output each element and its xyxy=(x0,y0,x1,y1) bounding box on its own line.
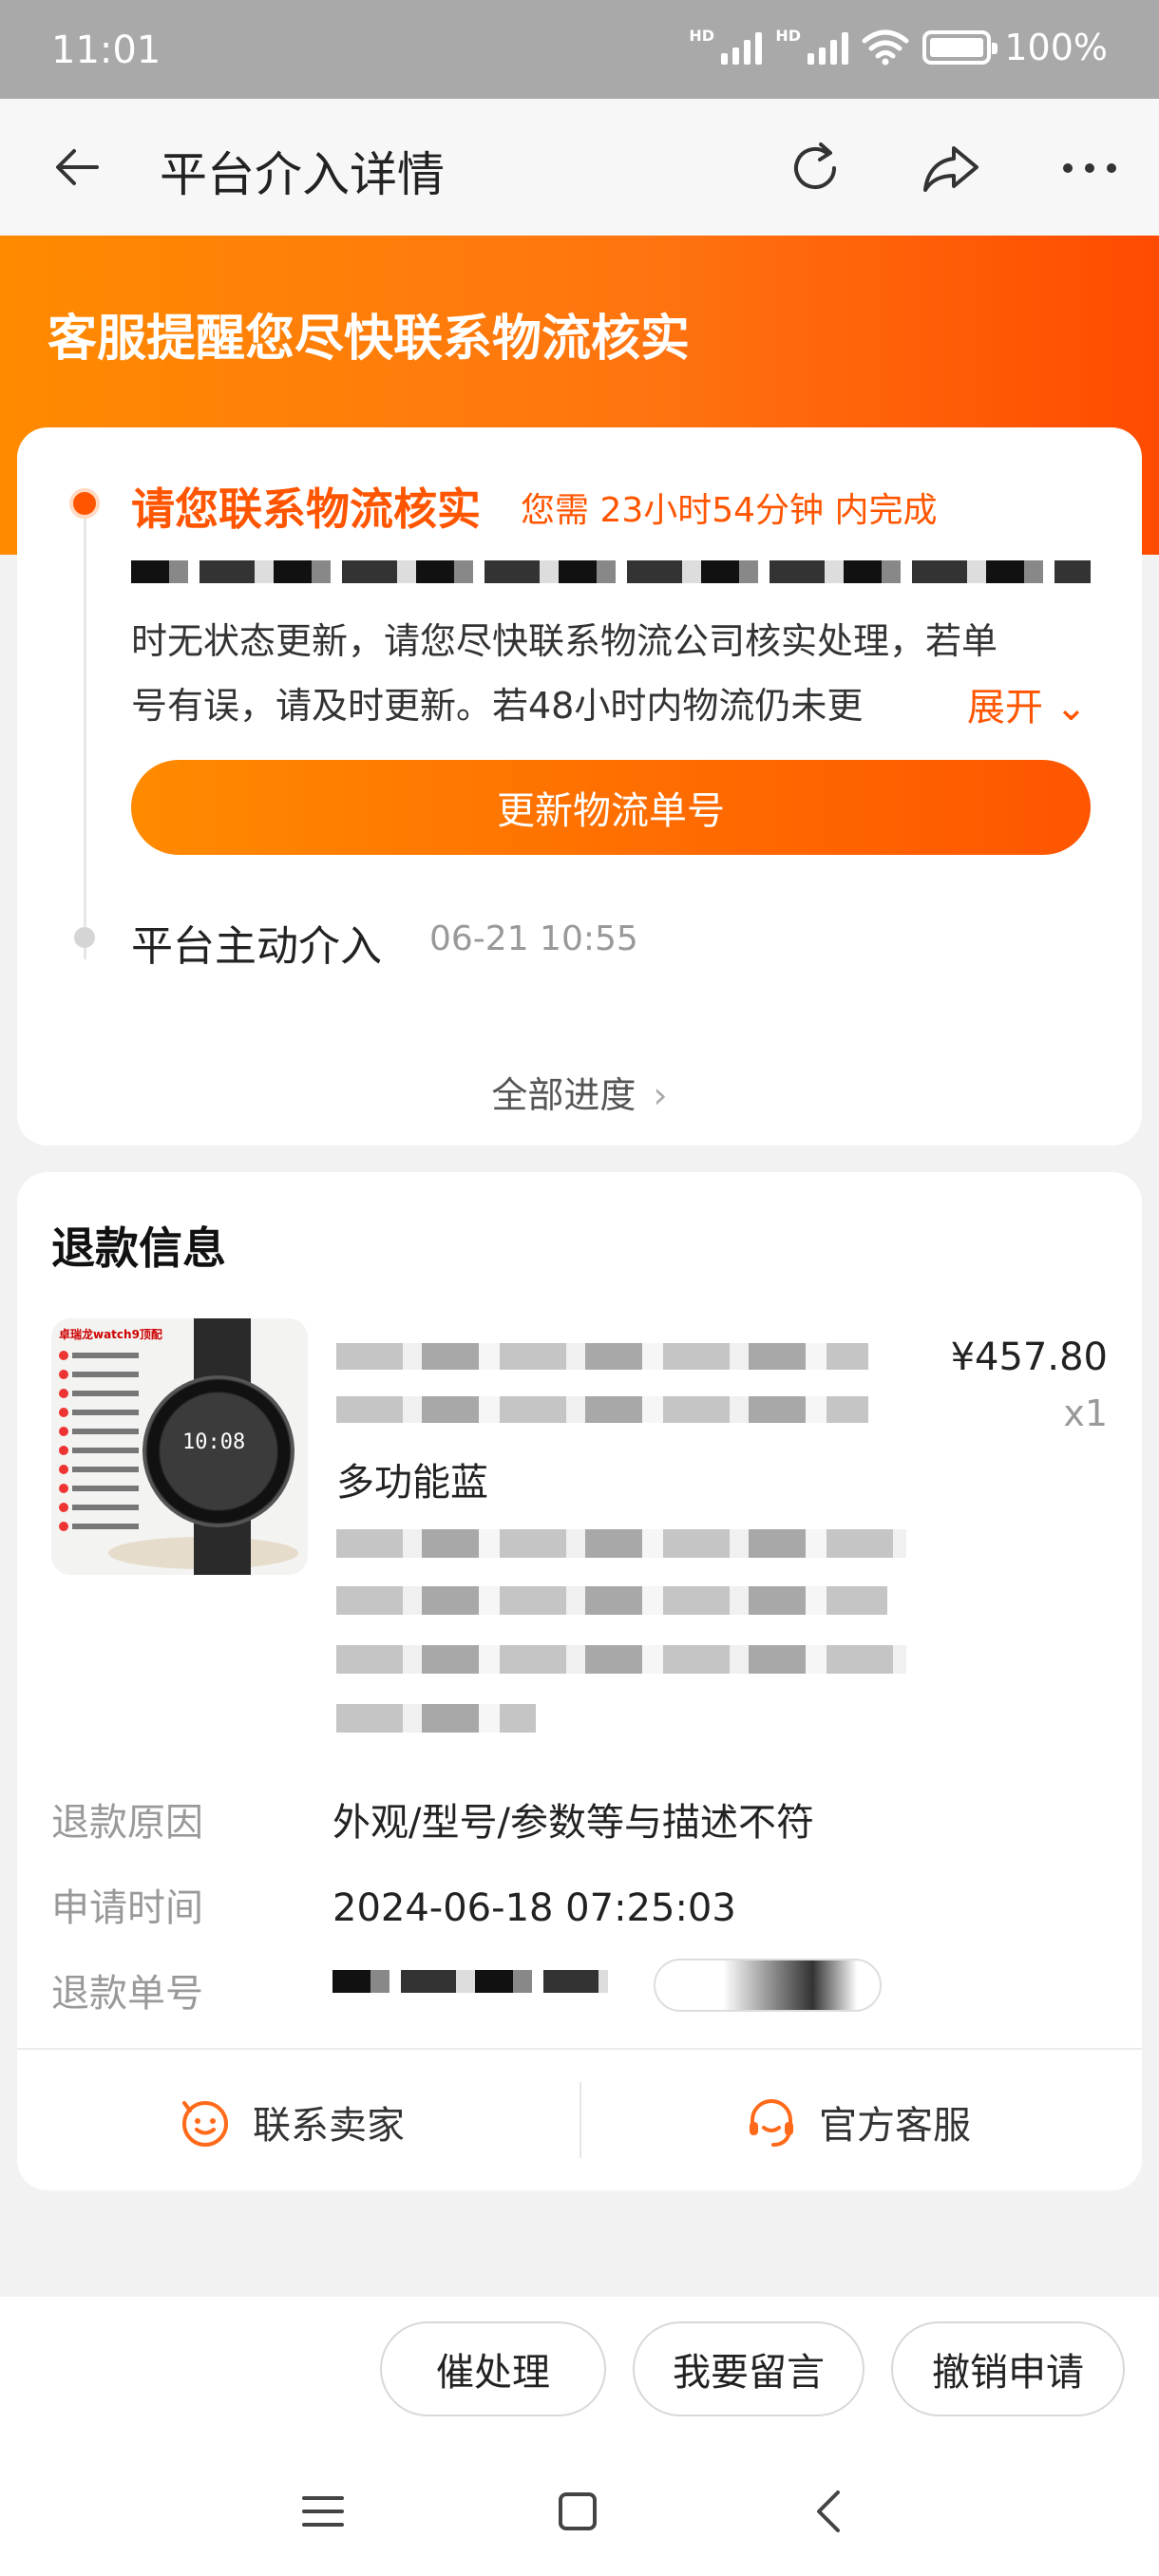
signal-icon: HD xyxy=(689,27,763,65)
battery-icon xyxy=(922,30,998,65)
divider xyxy=(17,2048,1142,2050)
row-label: 申请时间 xyxy=(51,1886,203,1930)
back-nav-icon[interactable] xyxy=(802,2483,859,2540)
expand-label: 展开 xyxy=(967,686,1043,729)
status-bar: 11:01 HD HD 100% xyxy=(0,0,1159,99)
leave-message-button[interactable]: 我要留言 xyxy=(633,2321,864,2416)
banner-text: 客服提醒您尽快联系物流核实 xyxy=(48,311,691,368)
smiley-chat-icon xyxy=(182,2101,228,2147)
urge-button[interactable]: 催处理 xyxy=(380,2321,606,2416)
step-title: 请您联系物流核实 xyxy=(131,483,481,535)
product-quantity: x1 xyxy=(1063,1392,1108,1434)
row-label: 退款单号 xyxy=(51,1972,203,2016)
official-service-label: 官方客服 xyxy=(819,2104,971,2148)
redacted-product-name xyxy=(336,1343,868,1370)
back-arrow-icon[interactable] xyxy=(49,139,106,196)
refund-number-row: 退款单号 xyxy=(51,1962,332,2017)
timeline-line xyxy=(84,503,86,959)
signal-icon-2: HD xyxy=(775,27,849,65)
home-nav-icon[interactable] xyxy=(549,2483,606,2540)
refund-reason-row: 退款原因 外观/型号/参数等与描述不符 xyxy=(51,1791,814,1847)
chevron-right-icon: › xyxy=(653,1074,668,1116)
page-title: 平台介入详情 xyxy=(160,147,445,202)
chevron-down-icon: ⌄ xyxy=(1054,686,1088,729)
headset-icon xyxy=(750,2099,793,2147)
status-icons: HD HD 100% xyxy=(689,27,1108,68)
official-service-button[interactable]: 官方客服 xyxy=(745,2076,971,2168)
share-icon[interactable] xyxy=(920,137,982,199)
thumb-header: 卓瑞龙watch9顶配 xyxy=(59,1328,162,1341)
redacted-product-name-2 xyxy=(336,1396,868,1423)
step-deadline: 您需 23小时54分钟 内完成 xyxy=(521,491,938,530)
refund-info-card: 退款信息 卓瑞龙watch9顶配 10:08 ¥457.80 x1 多功能蓝 退… xyxy=(17,1172,1142,2190)
wifi-icon xyxy=(862,29,909,66)
app-header: 平台介入详情 xyxy=(0,99,1159,236)
contact-seller-label: 联系卖家 xyxy=(253,2104,405,2148)
row-value: 外观/型号/参数等与描述不符 xyxy=(332,1801,814,1845)
redacted-spec-2 xyxy=(336,1586,887,1615)
thumb-feature-list xyxy=(59,1347,154,1537)
more-icon[interactable] xyxy=(1058,137,1121,199)
expand-link[interactable]: 展开 ⌄ xyxy=(954,676,1088,731)
redacted-spec-3 xyxy=(336,1645,906,1674)
copy-button[interactable] xyxy=(654,1959,882,2012)
description-line-1: 时无状态更新，请您尽快联系物流公司核实处理，若单 xyxy=(131,620,998,662)
hd-label-2: HD xyxy=(775,27,802,45)
status-time: 11:01 xyxy=(51,28,162,72)
timeline-dot-active xyxy=(69,488,100,519)
redacted-spec-4 xyxy=(336,1704,536,1733)
redacted-text xyxy=(131,560,1091,583)
step-title-2: 平台主动介入 xyxy=(131,922,382,971)
description-line-2: 号有误，请及时更新。若48小时内物流仍未更 xyxy=(131,685,864,727)
redacted-refund-number xyxy=(332,1970,608,1993)
row-value: 2024-06-18 07:25:03 xyxy=(332,1886,736,1930)
hd-label: HD xyxy=(689,27,715,45)
product-price: ¥457.80 xyxy=(950,1335,1108,1379)
action-separator xyxy=(580,2082,581,2158)
bottom-action-bar: 催处理 我要留言 撤销申请 xyxy=(0,2297,1159,2576)
product-variant: 多功能蓝 xyxy=(336,1461,488,1505)
row-label: 退款原因 xyxy=(51,1801,203,1845)
watch-face-time: 10:08 xyxy=(182,1430,246,1454)
cancel-request-button[interactable]: 撤销申请 xyxy=(891,2321,1125,2416)
all-progress-label: 全部进度 xyxy=(491,1074,636,1116)
all-progress-link[interactable]: 全部进度 › xyxy=(17,1066,1142,1118)
section-title: 退款信息 xyxy=(51,1222,226,1274)
menu-nav-icon[interactable] xyxy=(294,2483,352,2540)
product-thumbnail[interactable]: 卓瑞龙watch9顶配 10:08 xyxy=(51,1318,308,1575)
timeline-dot xyxy=(74,927,95,948)
redacted-spec-1 xyxy=(336,1529,906,1558)
apply-time-row: 申请时间 2024-06-18 07:25:03 xyxy=(51,1877,736,1932)
step-time-2: 06-21 10:55 xyxy=(429,919,638,958)
refresh-icon[interactable] xyxy=(785,137,847,199)
update-tracking-button[interactable]: 更新物流单号 xyxy=(131,760,1091,855)
progress-card: 请您联系物流核实 您需 23小时54分钟 内完成 时无状态更新，请您尽快联系物流… xyxy=(17,427,1142,1146)
battery-percent: 100% xyxy=(1004,27,1108,68)
contact-seller-button[interactable]: 联系卖家 xyxy=(179,2076,405,2168)
